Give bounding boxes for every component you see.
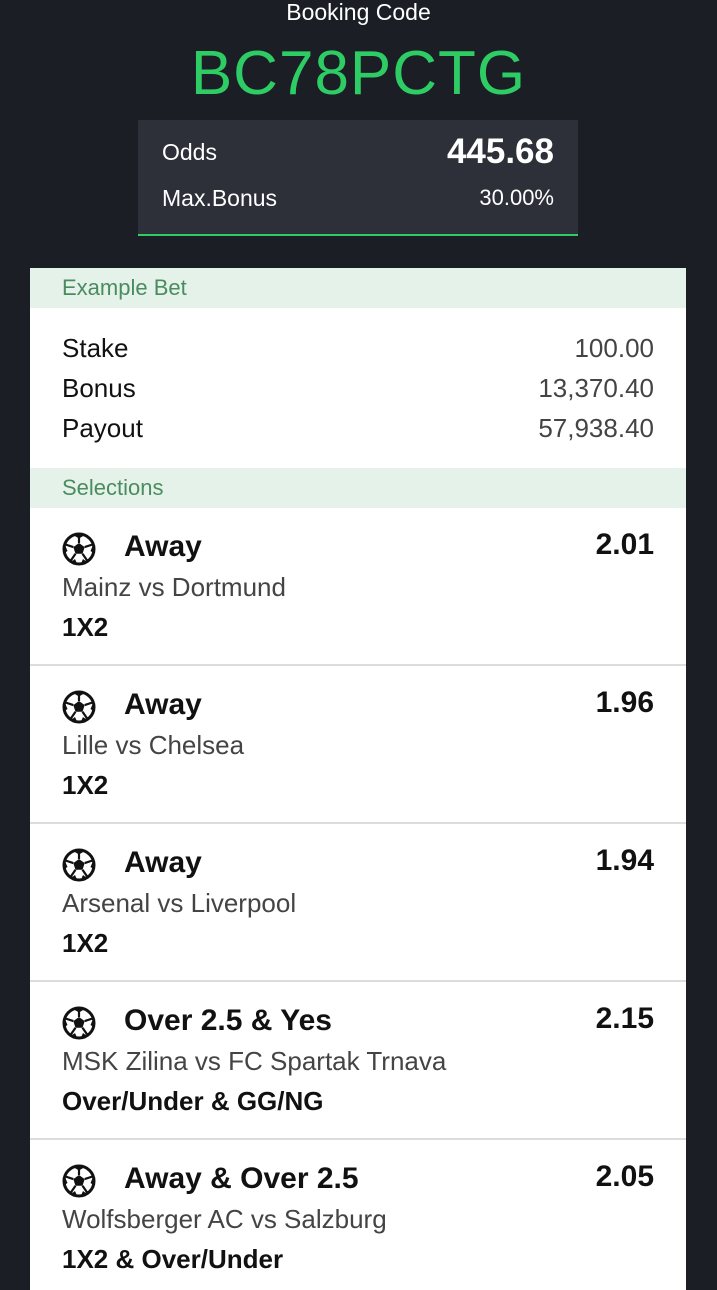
max-bonus-value: 30.00% [479,185,554,210]
soccer-ball-icon [62,1164,96,1198]
selection-odds: 1.94 [595,844,654,877]
selection-market: 1X2 [62,612,109,642]
max-bonus-row: Max.Bonus 30.00% [162,180,554,216]
selection-market: 1X2 [62,928,109,958]
soccer-ball-icon [62,848,96,882]
odds-value: 445.68 [446,132,554,171]
selection-market: 1X2 [62,770,109,800]
selection-pick: Away & Over 2.5 [124,1162,359,1195]
soccer-ball-icon [62,532,96,566]
selection-pick: Over 2.5 & Yes [124,1004,332,1037]
selection-pick: Away [124,688,202,721]
selection-pick: Away [124,530,202,563]
example-bet-header: Example Bet [30,268,686,308]
selection-odds: 1.96 [595,686,654,719]
soccer-ball-icon [62,1006,96,1040]
selection-odds: 2.01 [595,528,654,561]
bet-details-panel: Example Bet Stake 100.00 Bonus 13,370.40… [30,268,686,1290]
payout-label: Payout [62,413,143,443]
selection-odds: 2.05 [595,1160,654,1193]
bonus-value: 13,370.40 [538,373,654,403]
booking-code-title: Booking Code [286,0,431,25]
max-bonus-label: Max.Bonus [162,184,278,211]
example-row-bonus: Bonus 13,370.40 [30,368,686,408]
example-bet-body: Stake 100.00 Bonus 13,370.40 Payout 57,9… [30,308,686,468]
selection-pick: Away [124,846,202,879]
example-row-stake: Stake 100.00 [30,328,686,368]
selection-item-5[interactable]: Away & Over 2.5 2.05 Wolfsberger AC vs S… [30,1140,686,1290]
selection-market: 1X2 & Over/Under [62,1244,284,1274]
selections-header: Selections [30,468,686,508]
selection-item-4[interactable]: Over 2.5 & Yes 2.15 MSK Zilina vs FC Spa… [30,982,686,1140]
odds-summary-box: Odds 445.68 Max.Bonus 30.00% [138,120,578,236]
bonus-label: Bonus [62,373,136,403]
selection-match: Mainz vs Dortmund [62,572,286,602]
selection-market: Over/Under & GG/NG [62,1086,324,1116]
selection-match: Arsenal vs Liverpool [62,888,297,918]
odds-label: Odds [162,138,217,165]
odds-row: Odds 445.68 [162,128,554,176]
stake-label: Stake [62,333,129,363]
payout-value: 57,938.40 [538,413,654,443]
selection-match: Lille vs Chelsea [62,730,245,760]
booking-code-value[interactable]: BC78PCTG [0,38,717,110]
selection-odds: 2.15 [595,1002,654,1035]
selection-item-3[interactable]: Away 1.94 Arsenal vs Liverpool 1X2 [30,824,686,982]
selection-list: Away 2.01 Mainz vs Dortmund 1X2 Away 1.9… [30,508,686,1290]
selection-item-1[interactable]: Away 2.01 Mainz vs Dortmund 1X2 [30,508,686,666]
selection-item-2[interactable]: Away 1.96 Lille vs Chelsea 1X2 [30,666,686,824]
selection-match: Wolfsberger AC vs Salzburg [62,1204,387,1234]
example-row-payout: Payout 57,938.40 [30,408,686,448]
selection-match: MSK Zilina vs FC Spartak Trnava [62,1046,447,1076]
soccer-ball-icon [62,690,96,724]
stake-value: 100.00 [574,333,654,363]
